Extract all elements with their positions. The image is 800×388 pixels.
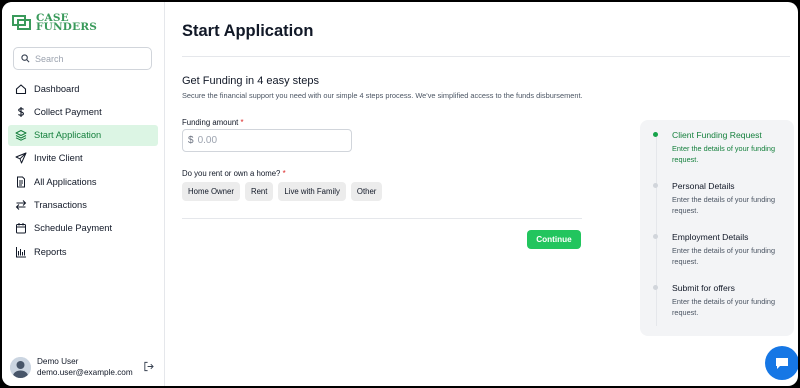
funding-amount-field[interactable]: $ bbox=[182, 129, 352, 152]
sidebar-item-label: Dashboard bbox=[34, 83, 80, 94]
sidebar: CASE FUNDERS Dashboard Collect Payment bbox=[2, 2, 165, 386]
step-description: Enter the details of your funding reques… bbox=[672, 144, 776, 164]
step-personal-details: Personal Details Enter the details of yo… bbox=[672, 181, 790, 216]
dollar-icon bbox=[18, 106, 24, 117]
arrows-exchange-icon bbox=[15, 200, 27, 210]
step-employment-details: Employment Details Enter the details of … bbox=[672, 232, 790, 267]
user-avatar-icon bbox=[10, 356, 31, 378]
funding-amount-label: Funding amount * bbox=[182, 118, 244, 127]
brand-logo[interactable]: CASE FUNDERS bbox=[12, 13, 98, 33]
sidebar-nav: Dashboard Collect Payment Start Applicat… bbox=[8, 78, 158, 264]
funding-amount-input[interactable] bbox=[197, 135, 338, 146]
send-icon bbox=[15, 152, 27, 164]
logout-icon[interactable] bbox=[143, 361, 154, 372]
home-options: Home Owner Rent Live with Family Other bbox=[182, 182, 383, 201]
funding-amount-label-text: Funding amount bbox=[182, 118, 239, 127]
steps-heading: Get Funding in 4 easy steps bbox=[182, 75, 319, 87]
step-title: Personal Details bbox=[672, 181, 735, 191]
avatar bbox=[10, 356, 31, 378]
step-description: Enter the details of your funding reques… bbox=[672, 246, 776, 266]
step-description: Enter the details of your funding reques… bbox=[672, 195, 776, 215]
app-window: CASE FUNDERS Dashboard Collect Payment bbox=[2, 2, 798, 386]
layers-icon bbox=[15, 130, 27, 141]
sidebar-item-label: All Applications bbox=[34, 176, 97, 187]
required-mark: * bbox=[240, 118, 244, 127]
sidebar-item-invite-client[interactable]: Invite Client bbox=[8, 148, 158, 169]
step-description: Enter the details of your funding reques… bbox=[672, 297, 776, 317]
main-content: Start Application Get Funding in 4 easy … bbox=[166, 2, 798, 386]
sidebar-item-schedule-payment[interactable]: Schedule Payment bbox=[8, 218, 158, 239]
logo-icon bbox=[12, 15, 31, 30]
option-other[interactable]: Other bbox=[350, 182, 383, 201]
step-client-funding-request: Client Funding Request Enter the details… bbox=[672, 130, 790, 165]
sidebar-item-collect-payment[interactable]: Collect Payment bbox=[8, 101, 158, 122]
step-dot bbox=[653, 234, 658, 239]
calendar-icon bbox=[16, 223, 26, 234]
home-icon bbox=[15, 83, 27, 94]
search-box[interactable] bbox=[13, 47, 152, 70]
steps-subheading: Secure the financial support you need wi… bbox=[182, 91, 583, 100]
step-dot bbox=[653, 285, 658, 290]
user-name: Demo User bbox=[37, 357, 79, 366]
user-email: demo.user@example.com bbox=[37, 368, 133, 377]
chat-bubble-icon bbox=[776, 358, 788, 369]
option-rent[interactable]: Rent bbox=[244, 182, 274, 201]
sidebar-item-reports[interactable]: Reports bbox=[8, 241, 158, 262]
sidebar-item-label: Schedule Payment bbox=[34, 223, 113, 234]
chat-button[interactable] bbox=[765, 346, 798, 380]
sidebar-item-label: Start Application bbox=[34, 130, 102, 141]
sidebar-item-dashboard[interactable]: Dashboard bbox=[8, 78, 158, 99]
progress-track bbox=[656, 134, 657, 326]
bar-chart-icon bbox=[16, 246, 26, 258]
step-title: Employment Details bbox=[672, 232, 749, 242]
step-title: Client Funding Request bbox=[672, 130, 762, 140]
sidebar-item-label: Invite Client bbox=[34, 153, 83, 164]
sidebar-item-all-applications[interactable]: All Applications bbox=[8, 171, 158, 192]
step-dot-active bbox=[653, 132, 658, 137]
sidebar-item-label: Reports bbox=[34, 246, 67, 257]
divider bbox=[182, 56, 790, 57]
document-icon bbox=[17, 176, 25, 188]
brand-name: CASE FUNDERS bbox=[36, 13, 98, 33]
search-icon bbox=[21, 54, 30, 63]
home-question-text: Do you rent or own a home? bbox=[182, 169, 281, 178]
page-title: Start Application bbox=[182, 22, 314, 40]
continue-button[interactable]: Continue bbox=[527, 230, 581, 249]
progress-panel: Client Funding Request Enter the details… bbox=[640, 120, 794, 336]
user-profile[interactable]: Demo User demo.user@example.com bbox=[10, 355, 160, 379]
search-input[interactable] bbox=[35, 53, 145, 64]
option-live-with-family[interactable]: Live with Family bbox=[278, 182, 346, 201]
home-question-label: Do you rent or own a home? * bbox=[182, 169, 286, 178]
brand-line-2: FUNDERS bbox=[36, 21, 98, 33]
sidebar-item-transactions[interactable]: Transactions bbox=[8, 194, 158, 215]
step-title: Submit for offers bbox=[672, 283, 735, 293]
option-home-owner[interactable]: Home Owner bbox=[182, 182, 240, 201]
user-info: Demo User demo.user@example.com bbox=[37, 356, 133, 378]
divider bbox=[182, 218, 582, 219]
sidebar-item-label: Transactions bbox=[34, 199, 87, 210]
sidebar-item-label: Collect Payment bbox=[34, 106, 102, 117]
currency-symbol: $ bbox=[188, 135, 194, 146]
required-mark: * bbox=[282, 169, 286, 178]
step-submit-for-offers: Submit for offers Enter the details of y… bbox=[672, 283, 790, 318]
step-dot bbox=[653, 183, 658, 188]
sidebar-item-start-application[interactable]: Start Application bbox=[8, 124, 158, 146]
